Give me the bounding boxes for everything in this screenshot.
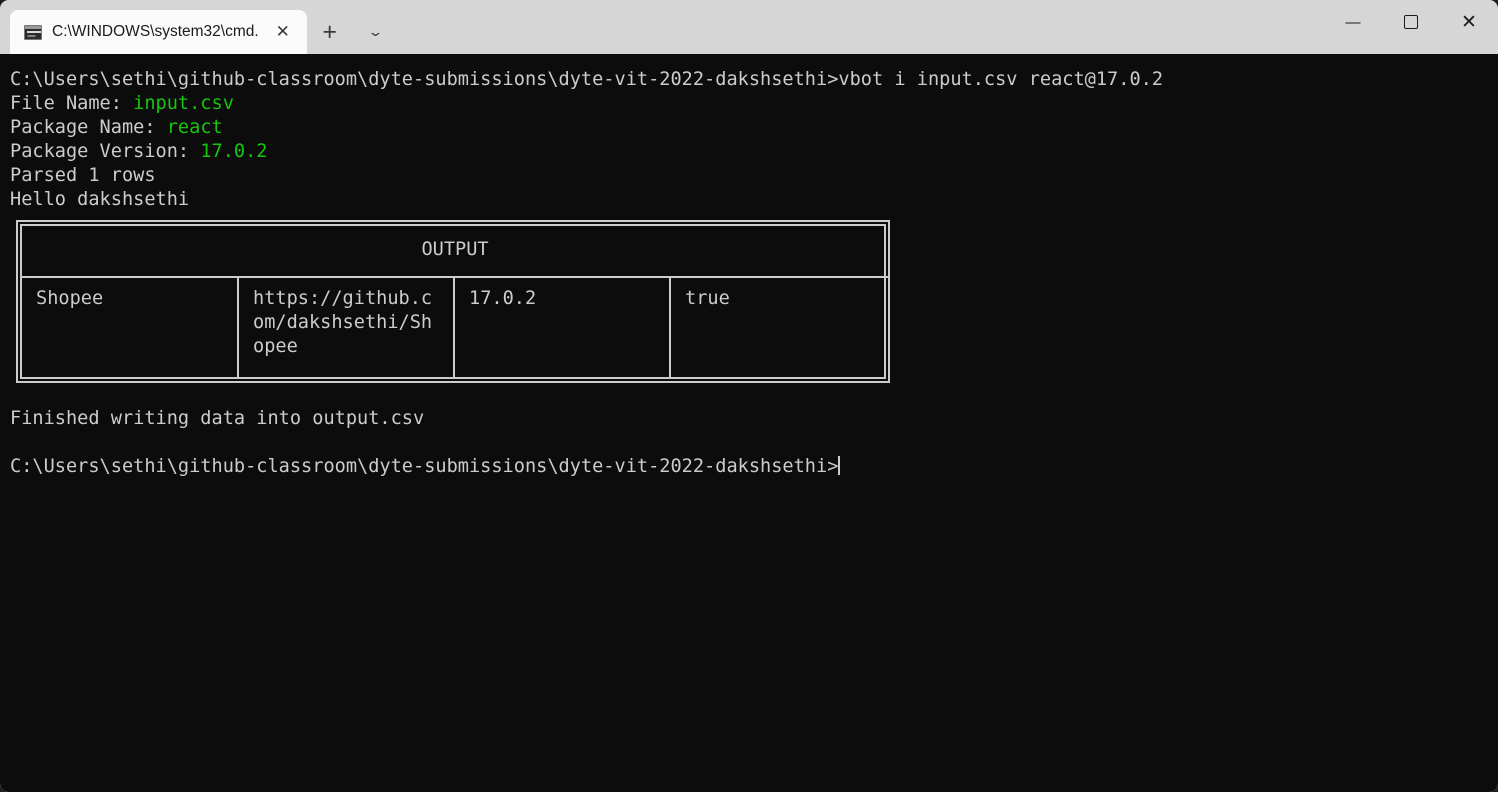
- parsed-rows-line: Parsed 1 rows: [10, 165, 156, 186]
- tab-cmd[interactable]: C:\WINDOWS\system32\cmd. ✕: [10, 10, 307, 54]
- maximize-icon: [1404, 15, 1418, 29]
- title-bar: C:\WINDOWS\system32\cmd. ✕ + ⌄ — ✕: [0, 0, 1498, 54]
- file-name-label: File Name:: [10, 93, 134, 114]
- package-name-value: react: [166, 117, 223, 138]
- prompt-path: C:\Users\sethi\github-classroom\dyte-sub…: [10, 69, 839, 90]
- chevron-down-glyph: ⌄: [367, 24, 384, 39]
- minimize-button[interactable]: —: [1324, 0, 1382, 44]
- hello-line: Hello dakshsethi: [10, 189, 190, 210]
- cell-project-name: Shopee: [22, 277, 239, 377]
- cell-repository-url: https://github.com/dakshsethi/Shopee: [238, 277, 455, 377]
- console-icon: [24, 24, 42, 40]
- final-prompt-line: C:\Users\sethi\github-classroom\dyte-sub…: [10, 455, 1498, 479]
- text-cursor: [838, 456, 841, 475]
- table-row: Shopee https://github.com/dakshsethi/Sho…: [22, 277, 888, 377]
- spacer-line-2: [10, 431, 1498, 455]
- package-name-line: Package Name: react: [10, 116, 1498, 140]
- new-tab-button[interactable]: +: [307, 10, 353, 54]
- tab-strip: C:\WINDOWS\system32\cmd. ✕ + ⌄: [0, 0, 399, 54]
- output-table: OUTPUT Shopee https://github.com/dakshse…: [22, 226, 889, 377]
- final-prompt-path: C:\Users\sethi\github-classroom\dyte-sub…: [10, 456, 839, 477]
- command-prompt-line: C:\Users\sethi\github-classroom\dyte-sub…: [10, 68, 1498, 92]
- output-table-wrapper: OUTPUT Shopee https://github.com/dakshse…: [16, 220, 890, 383]
- prompt-command: vbot i input.csv react@17.0.2: [838, 69, 1164, 90]
- output-table-inner-border: OUTPUT Shopee https://github.com/dakshse…: [20, 224, 889, 379]
- table-header-row: OUTPUT: [22, 226, 889, 278]
- cell-status: true: [685, 288, 730, 309]
- output-table-title: OUTPUT: [22, 226, 889, 278]
- chevron-down-icon[interactable]: ⌄: [353, 10, 399, 54]
- close-window-button[interactable]: ✕: [1440, 0, 1498, 44]
- spacer-line-1: [10, 383, 1498, 407]
- cell-package-version: 17.0.2: [454, 277, 671, 377]
- output-table-outer-border: OUTPUT Shopee https://github.com/dakshse…: [16, 220, 890, 383]
- close-tab-icon[interactable]: ✕: [269, 18, 297, 46]
- terminal-body[interactable]: C:\Users\sethi\github-classroom\dyte-sub…: [0, 54, 1498, 792]
- finished-writing-line: Finished writing data into output.csv: [10, 408, 425, 429]
- tab-title: C:\WINDOWS\system32\cmd.: [52, 23, 259, 40]
- file-name-value: input.csv: [133, 93, 234, 114]
- window-caption-buttons: — ✕: [1324, 0, 1498, 44]
- file-name-line: File Name: input.csv: [10, 92, 1498, 116]
- terminal-window: C:\WINDOWS\system32\cmd. ✕ + ⌄ — ✕ C:\Us…: [0, 0, 1498, 792]
- package-version-line: Package Version: 17.0.2: [10, 140, 1498, 164]
- package-version-label: Package Version:: [10, 141, 201, 162]
- maximize-button[interactable]: [1382, 0, 1440, 44]
- package-name-label: Package Name:: [10, 117, 167, 138]
- package-version-value: 17.0.2: [200, 141, 268, 162]
